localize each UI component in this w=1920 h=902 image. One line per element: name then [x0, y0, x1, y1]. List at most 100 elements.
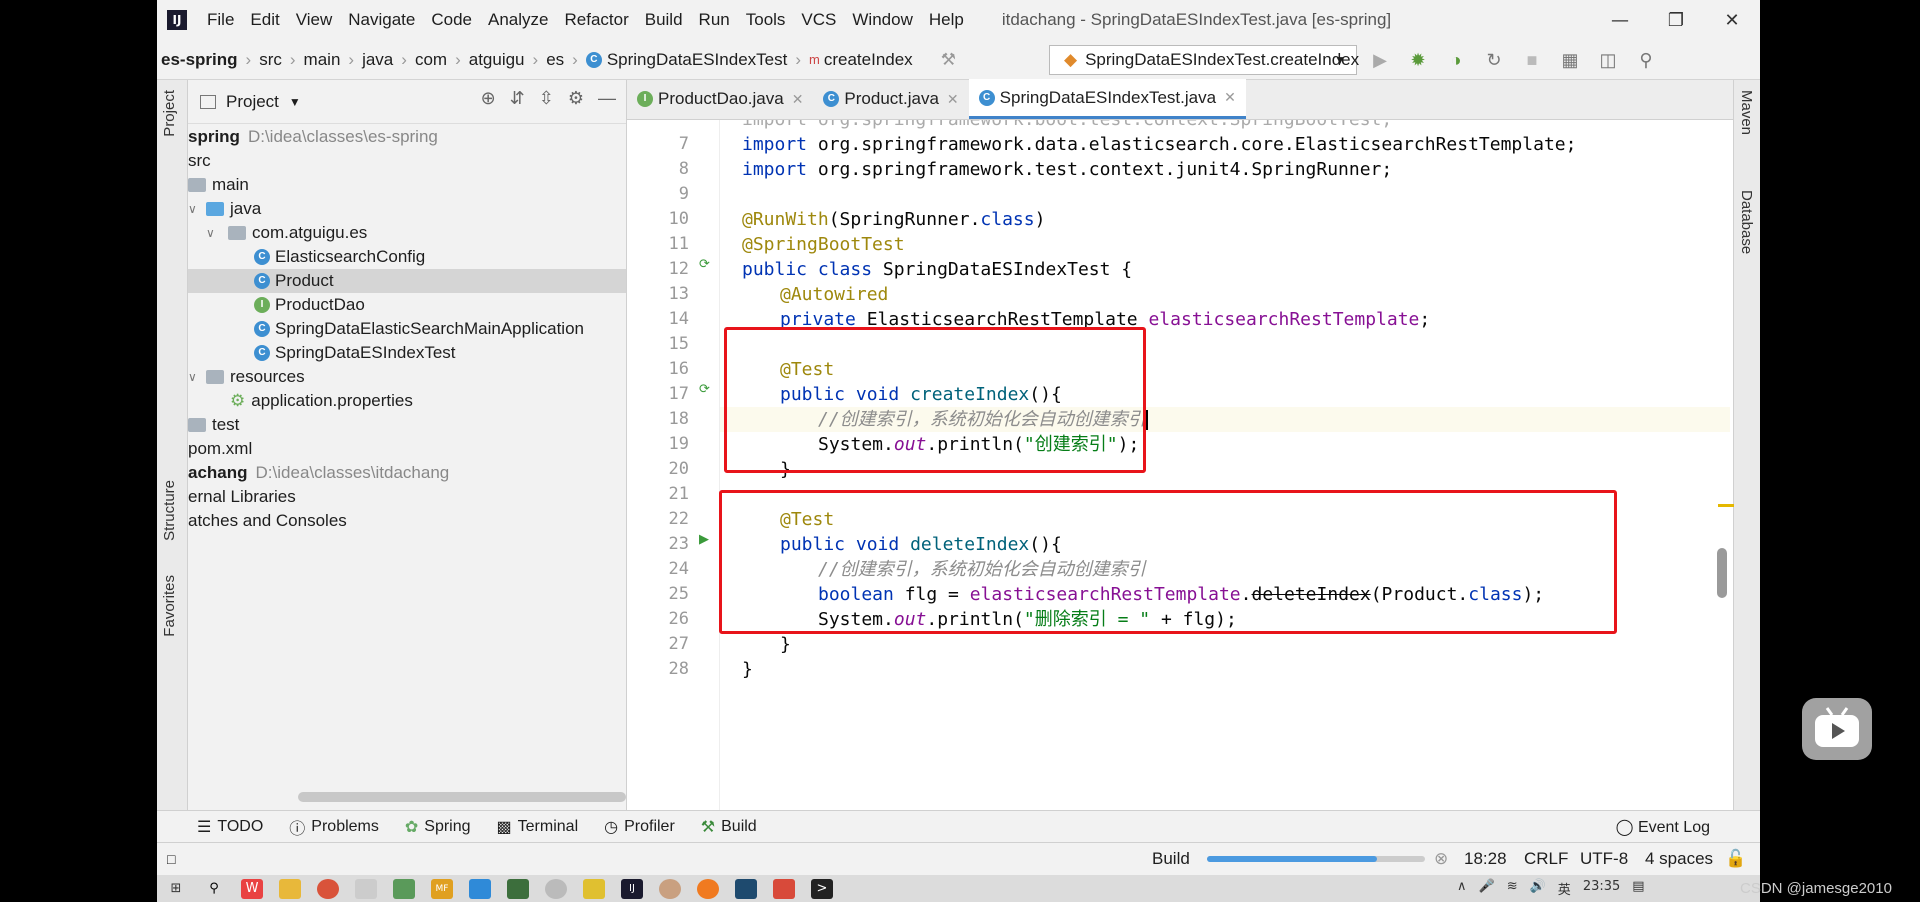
- breadcrumb-src[interactable]: src: [255, 50, 286, 70]
- tool-tab-terminal[interactable]: ▩ Terminal: [497, 817, 579, 837]
- menu-run[interactable]: Run: [691, 10, 738, 30]
- breadcrumb-project[interactable]: es-spring: [157, 50, 242, 70]
- breadcrumb-atguigu[interactable]: atguigu: [465, 50, 529, 70]
- breadcrumb-class[interactable]: C SpringDataESIndexTest: [582, 50, 792, 70]
- close-icon[interactable]: ✕: [792, 91, 804, 108]
- app-icon[interactable]: [773, 878, 795, 899]
- breadcrumb-com[interactable]: com: [411, 50, 451, 70]
- notification-icon[interactable]: ▤: [1632, 879, 1644, 898]
- stop-icon[interactable]: ■: [1519, 47, 1545, 73]
- hide-icon[interactable]: —: [598, 88, 616, 109]
- menu-help[interactable]: Help: [921, 10, 972, 30]
- tool-tab-database[interactable]: Database: [1738, 190, 1755, 254]
- intellij-taskbar-icon[interactable]: IJ: [621, 878, 643, 899]
- debug-icon[interactable]: ✹: [1405, 47, 1431, 73]
- tool-tab-favorites[interactable]: Favorites: [161, 575, 178, 637]
- run-icon[interactable]: ▶: [1367, 47, 1393, 73]
- menu-build[interactable]: Build: [637, 10, 691, 30]
- tree-item-application-properties[interactable]: ⚙ application.properties: [188, 389, 626, 413]
- chrome-icon[interactable]: [317, 878, 339, 899]
- run-test-method-icon[interactable]: ▶: [699, 532, 709, 547]
- profile-icon[interactable]: ↻: [1481, 47, 1507, 73]
- tool-tab-structure[interactable]: Structure: [161, 480, 178, 541]
- clock[interactable]: 23:35: [1583, 879, 1620, 898]
- app-icon[interactable]: [659, 878, 681, 899]
- tool-tab-project[interactable]: Project: [161, 90, 178, 137]
- close-icon[interactable]: ✕: [1704, 0, 1760, 40]
- layout-toggle-icon[interactable]: □: [167, 851, 175, 867]
- app-icon[interactable]: [393, 878, 415, 899]
- tool-tab-problems[interactable]: ⓘ Problems: [289, 815, 379, 839]
- minimize-icon[interactable]: —: [1592, 0, 1648, 40]
- ime-indicator[interactable]: 英: [1558, 879, 1571, 898]
- run-test-class-icon[interactable]: ⟳: [699, 257, 710, 272]
- tree-item-src[interactable]: src: [188, 149, 626, 173]
- menu-code[interactable]: Code: [423, 10, 480, 30]
- event-log-button[interactable]: ◯ Event Log: [1616, 817, 1710, 837]
- app-icon[interactable]: [735, 878, 757, 899]
- tree-item-resources[interactable]: ∨ resources: [188, 365, 626, 389]
- app-icon[interactable]: [583, 878, 605, 899]
- menu-window[interactable]: Window: [844, 10, 920, 30]
- gear-icon[interactable]: ⚙: [568, 88, 584, 109]
- tree-item-test[interactable]: test: [188, 413, 626, 437]
- layout-icon[interactable]: ◫: [1595, 47, 1621, 73]
- tree-item-mainapplication[interactable]: C SpringDataElasticSearchMainApplication: [188, 317, 626, 341]
- coverage-icon[interactable]: ◑: [1443, 47, 1469, 73]
- tree-item-elasticsearchconfig[interactable]: C ElasticsearchConfig: [188, 245, 626, 269]
- expand-all-icon[interactable]: ⇵: [510, 88, 525, 109]
- lock-icon[interactable]: 🔓: [1725, 849, 1746, 869]
- menu-file[interactable]: File: [199, 10, 242, 30]
- caret-position[interactable]: 18:28: [1464, 849, 1507, 869]
- wifi-icon[interactable]: ≋: [1507, 879, 1518, 898]
- run-test-method-icon[interactable]: ⟳: [699, 382, 710, 397]
- tool-tab-todo[interactable]: ☰ TODO: [197, 817, 263, 837]
- tree-item-package[interactable]: ∨ com.atguigu.es: [188, 221, 626, 245]
- menu-navigate[interactable]: Navigate: [340, 10, 423, 30]
- tree-item-module[interactable]: spring D:\idea\classes\es-spring: [188, 125, 626, 149]
- breadcrumb-es[interactable]: es: [542, 50, 568, 70]
- menu-refactor[interactable]: Refactor: [556, 10, 636, 30]
- chevron-up-icon[interactable]: ∧: [1457, 879, 1467, 898]
- locate-icon[interactable]: ⊕: [481, 88, 496, 109]
- tool-tab-maven[interactable]: Maven: [1738, 90, 1755, 135]
- close-icon[interactable]: ✕: [1224, 89, 1236, 106]
- tree-item-product[interactable]: C Product: [188, 269, 626, 293]
- breadcrumb-java[interactable]: java: [358, 50, 397, 70]
- bilibili-video-icon[interactable]: [1802, 698, 1872, 760]
- menu-tools[interactable]: Tools: [738, 10, 794, 30]
- tab-productdao[interactable]: I ProductDao.java ✕: [627, 79, 813, 119]
- menu-vcs[interactable]: VCS: [793, 10, 844, 30]
- close-icon[interactable]: ✕: [947, 91, 959, 108]
- tool-tab-build[interactable]: ⚒ Build: [701, 817, 757, 837]
- tree-item-external-libraries[interactable]: ernal Libraries: [188, 485, 626, 509]
- tree-item-productdao[interactable]: I ProductDao: [188, 293, 626, 317]
- cancel-build-icon[interactable]: ⊗: [1434, 849, 1448, 869]
- horizontal-scrollbar[interactable]: [298, 792, 626, 802]
- menu-view[interactable]: View: [288, 10, 341, 30]
- project-structure-icon[interactable]: ▦: [1557, 47, 1583, 73]
- breadcrumb-method[interactable]: m createIndex: [805, 50, 917, 70]
- search-icon[interactable]: ⚲: [1633, 47, 1659, 73]
- tab-springdataesindextest[interactable]: C SpringDataESIndexTest.java ✕: [968, 79, 1246, 119]
- restore-icon[interactable]: ❐: [1648, 0, 1704, 40]
- line-separator[interactable]: CRLF: [1524, 849, 1568, 869]
- wps-icon[interactable]: W: [241, 878, 263, 899]
- hammer-icon[interactable]: ⚒: [941, 50, 956, 70]
- tree-item-java[interactable]: ∨ java: [188, 197, 626, 221]
- tool-tab-spring[interactable]: ✿ Spring: [405, 817, 471, 837]
- menu-edit[interactable]: Edit: [242, 10, 287, 30]
- tree-item-main[interactable]: main: [188, 173, 626, 197]
- file-encoding[interactable]: UTF-8: [1580, 849, 1628, 869]
- volume-icon[interactable]: 🔊: [1530, 879, 1546, 898]
- tree-item-pom[interactable]: pom.xml: [188, 437, 626, 461]
- project-panel-title[interactable]: Project: [226, 92, 279, 112]
- tab-product[interactable]: C Product.java ✕: [813, 79, 968, 119]
- app-icon[interactable]: MF: [431, 878, 453, 899]
- chevron-down-icon[interactable]: ▼: [289, 95, 301, 109]
- run-configuration-select[interactable]: ◆ SpringDataESIndexTest.createIndex ▼: [1049, 45, 1359, 75]
- vertical-scrollbar[interactable]: [1717, 548, 1727, 598]
- terminal-icon[interactable]: >: [811, 878, 833, 899]
- tree-item-scratches[interactable]: atches and Consoles: [188, 509, 626, 533]
- collapse-all-icon[interactable]: ⇳: [539, 88, 554, 109]
